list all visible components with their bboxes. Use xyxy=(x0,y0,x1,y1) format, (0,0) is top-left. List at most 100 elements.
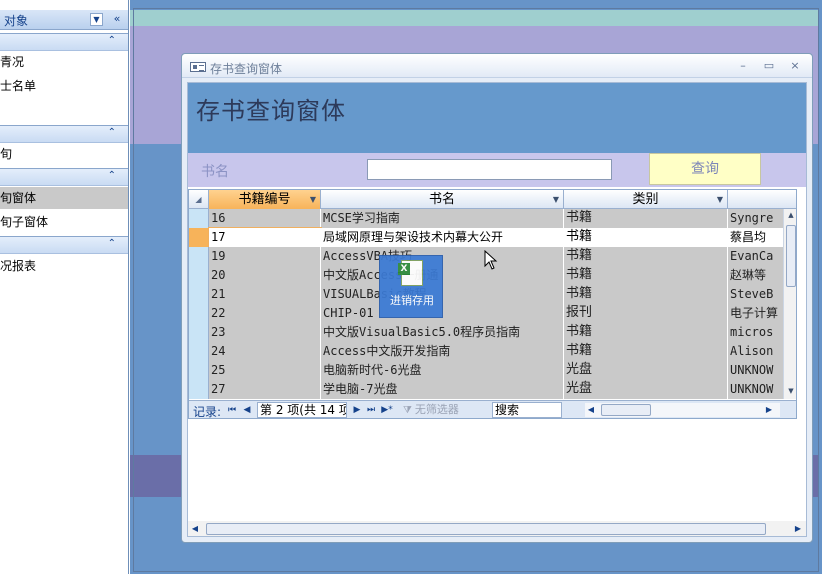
table-cell[interactable]: 17 xyxy=(208,227,322,248)
nav-item[interactable]: 士名单 xyxy=(0,75,128,97)
nav-item[interactable]: 青况 xyxy=(0,51,128,73)
table-cell[interactable]: MCSE学习指南 xyxy=(321,209,564,228)
table-cell[interactable]: 23 xyxy=(209,323,321,342)
no-filter-button[interactable]: ⧩ 无筛选器 xyxy=(403,402,485,418)
restore-button[interactable]: ▭ xyxy=(760,59,778,73)
query-button[interactable]: 查询 xyxy=(649,153,761,185)
table-cell[interactable]: Syngre xyxy=(728,209,784,228)
vertical-scrollbar[interactable]: ▲ ▼ xyxy=(783,209,796,399)
column-header-category[interactable]: 类别 ▼ xyxy=(564,190,728,209)
chevron-up-icon[interactable]: ⌃ xyxy=(108,170,116,181)
table-cell[interactable]: 蔡昌均 xyxy=(728,228,784,247)
table-cell[interactable]: 光盘 xyxy=(564,380,728,399)
next-record-icon[interactable]: ▶ xyxy=(351,403,363,417)
table-cell[interactable]: UNKNOW xyxy=(728,380,784,399)
chevron-down-icon[interactable]: ▼ xyxy=(553,190,559,209)
scroll-right-icon[interactable]: ▶ xyxy=(791,521,805,536)
table-cell[interactable]: micros xyxy=(728,323,784,342)
scroll-down-icon[interactable]: ▼ xyxy=(784,385,796,397)
table-cell[interactable]: 书籍 xyxy=(564,323,728,342)
row-selector[interactable] xyxy=(189,209,209,228)
table-cell[interactable]: 赵琳等 xyxy=(728,266,784,285)
select-all-corner[interactable]: ◢ xyxy=(189,190,209,209)
datasheet-horizontal-scrollbar[interactable]: ◀ ▶ xyxy=(585,403,780,417)
row-selector[interactable] xyxy=(189,323,209,342)
nav-item[interactable]: 旬子窗体 xyxy=(0,211,128,233)
table-cell[interactable]: 21 xyxy=(209,285,321,304)
double-chevron-left-icon[interactable]: « xyxy=(109,12,125,27)
first-record-icon[interactable]: ⏮ xyxy=(226,403,238,417)
chevron-up-icon[interactable]: ⌃ xyxy=(108,127,116,138)
table-cell[interactable]: UNKNOW xyxy=(728,361,784,380)
table-cell[interactable]: 书籍 xyxy=(564,266,728,285)
table-cell[interactable]: 电子计算 xyxy=(728,304,784,323)
table-row[interactable]: 16 MCSE学习指南 书籍 Syngre xyxy=(189,209,796,228)
row-selector[interactable] xyxy=(189,380,209,399)
table-cell[interactable]: Alison xyxy=(728,342,784,361)
table-cell[interactable]: 报刊 xyxy=(564,304,728,323)
row-selector[interactable] xyxy=(189,266,209,285)
record-search-input[interactable]: 搜索 xyxy=(492,402,562,418)
table-row[interactable]: 24 Access中文版开发指南 书籍 Alison xyxy=(189,342,796,361)
column-header-author[interactable] xyxy=(728,190,796,209)
scroll-thumb[interactable] xyxy=(601,404,651,416)
dragged-excel-object[interactable]: 进销存用 xyxy=(379,255,443,318)
table-cell[interactable]: 学电脑-7光盘 xyxy=(321,380,564,399)
nav-item[interactable]: 况报表 xyxy=(0,255,128,277)
row-selector[interactable] xyxy=(189,228,209,247)
scroll-thumb[interactable] xyxy=(786,225,796,287)
column-header-book-id[interactable]: 书籍编号 ▼ xyxy=(209,190,321,209)
close-button[interactable]: × xyxy=(786,59,804,73)
chevron-down-icon[interactable]: ▼ xyxy=(717,190,723,209)
window-titlebar[interactable]: 存书查询窗体 – ▭ × xyxy=(182,54,812,78)
table-cell[interactable]: 局域网原理与架设技术内幕大公开 xyxy=(321,228,564,247)
column-header-book-name[interactable]: 书名 ▼ xyxy=(321,190,564,209)
table-cell[interactable]: 27 xyxy=(209,380,321,399)
nav-item-selected[interactable]: 旬窗体 xyxy=(0,187,128,209)
table-cell[interactable]: 电脑新时代-6光盘 xyxy=(321,361,564,380)
chevron-down-icon[interactable]: ▼ xyxy=(310,190,316,209)
table-cell[interactable]: SteveB xyxy=(728,285,784,304)
minimize-button[interactable]: – xyxy=(734,59,752,73)
chevron-up-icon[interactable]: ⌃ xyxy=(108,35,116,46)
last-record-icon[interactable]: ⏭ xyxy=(365,403,377,417)
new-record-icon[interactable]: ▶* xyxy=(381,403,393,417)
chevron-down-icon[interactable]: ▼ xyxy=(90,13,103,26)
table-cell[interactable]: Access中文版开发指南 xyxy=(321,342,564,361)
scroll-left-icon[interactable]: ◀ xyxy=(585,403,597,417)
table-cell[interactable]: 22 xyxy=(209,304,321,323)
table-cell[interactable]: 书籍 xyxy=(564,209,728,228)
table-row[interactable]: 22 CHIP-01 报刊 电子计算 xyxy=(189,304,796,323)
book-name-input[interactable] xyxy=(367,159,612,180)
table-row[interactable]: 21 VISUALBasic教程 书籍 SteveB xyxy=(189,285,796,304)
nav-group-header[interactable]: ⌃ xyxy=(0,125,128,143)
nav-pane-header[interactable]: 对象 ▼ « xyxy=(0,10,128,30)
nav-item[interactable]: 旬 xyxy=(0,143,128,165)
table-cell[interactable]: 中文版VisualBasic5.0程序员指南 xyxy=(321,323,564,342)
nav-group-header[interactable]: ⌃ xyxy=(0,168,128,186)
table-cell[interactable]: 书籍 xyxy=(564,285,728,304)
table-row[interactable]: 27 学电脑-7光盘 光盘 UNKNOW xyxy=(189,380,796,399)
row-selector[interactable] xyxy=(189,342,209,361)
table-cell[interactable]: 24 xyxy=(209,342,321,361)
table-row[interactable]: 25 电脑新时代-6光盘 光盘 UNKNOW xyxy=(189,361,796,380)
table-cell[interactable]: 书籍 xyxy=(564,342,728,361)
nav-group-header[interactable]: ⌃ xyxy=(0,236,128,254)
table-row-current[interactable]: 17 局域网原理与架设技术内幕大公开 书籍 蔡昌均 xyxy=(189,227,796,248)
chevron-up-icon[interactable]: ⌃ xyxy=(108,238,116,249)
table-cell[interactable]: 书籍 xyxy=(564,228,728,247)
table-cell[interactable]: 光盘 xyxy=(564,361,728,380)
table-cell[interactable]: 19 xyxy=(209,247,321,266)
table-cell[interactable]: 16 xyxy=(209,209,321,228)
table-cell[interactable]: 25 xyxy=(209,361,321,380)
row-selector[interactable] xyxy=(189,361,209,380)
scroll-left-icon[interactable]: ◀ xyxy=(188,521,202,536)
row-selector[interactable] xyxy=(189,247,209,266)
record-counter[interactable]: 第 2 项(共 14 项 xyxy=(257,402,347,418)
table-cell[interactable]: EvanCa xyxy=(728,247,784,266)
table-row[interactable]: 23 中文版VisualBasic5.0程序员指南 书籍 micros xyxy=(189,323,796,342)
scroll-thumb[interactable] xyxy=(206,523,766,535)
table-cell[interactable]: 书籍 xyxy=(564,247,728,266)
table-cell[interactable]: 20 xyxy=(209,266,321,285)
scroll-up-icon[interactable]: ▲ xyxy=(784,209,796,221)
